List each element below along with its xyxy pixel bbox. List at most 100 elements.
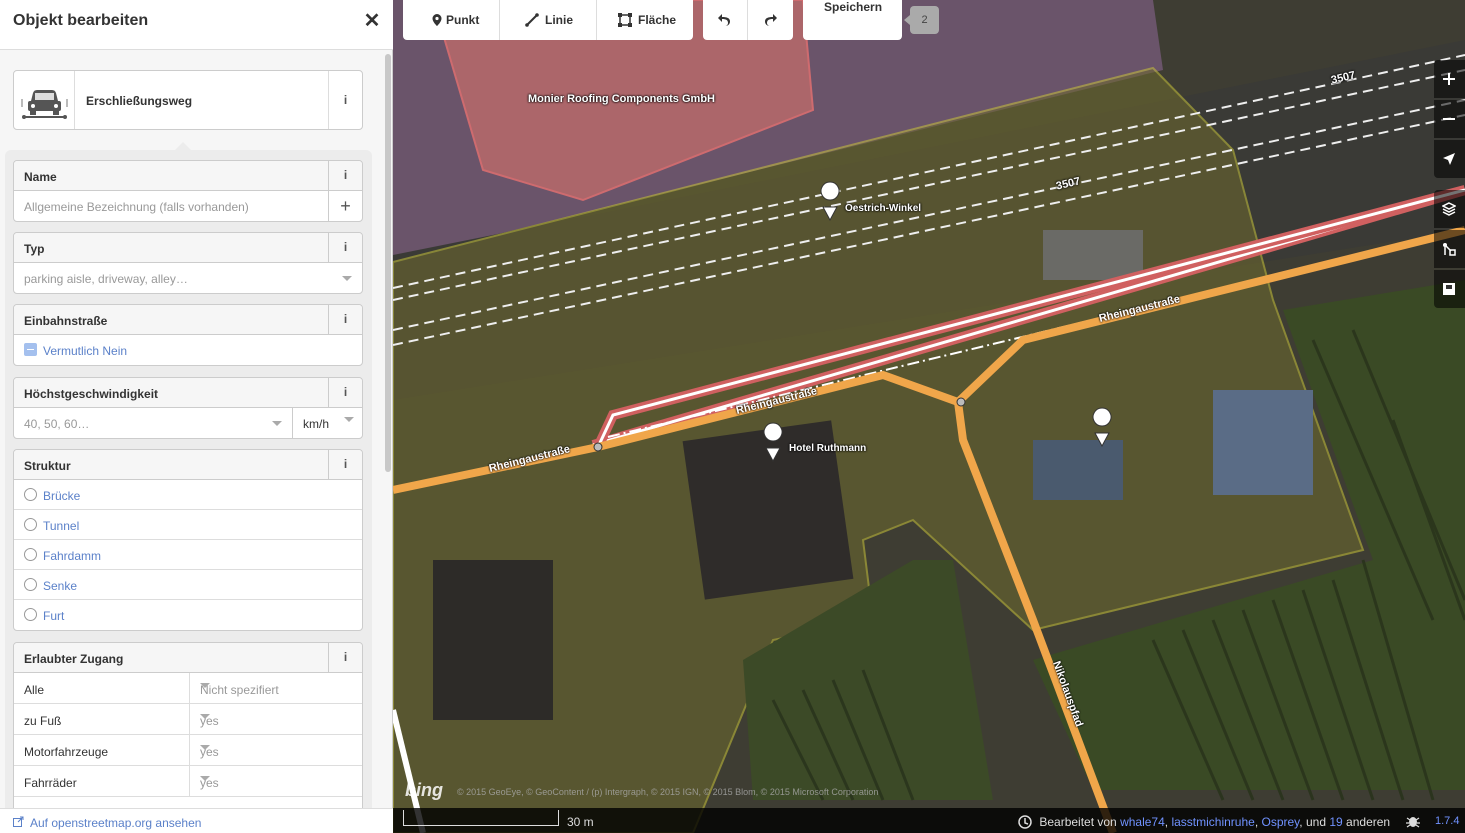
field-name-info-icon[interactable]: i (328, 161, 362, 190)
name-input[interactable]: Allgemeine Bezeichnung (falls vorhanden)… (14, 191, 362, 221)
redo-button[interactable] (748, 0, 793, 40)
indeterminate-checkbox-icon[interactable] (24, 343, 37, 356)
access-value-select[interactable]: yes (189, 735, 363, 765)
map-label-station: Oestrich-Winkel (845, 203, 922, 214)
preset-button[interactable]: Erschließungsweg i (13, 70, 363, 130)
contributors-prefix: Bearbeitet von (1039, 815, 1117, 829)
access-value-select[interactable]: yes (189, 766, 363, 796)
contributors-suffix: anderen (1346, 815, 1391, 829)
add-localized-name-button[interactable]: + (328, 191, 362, 221)
name-input-placeholder: Allgemeine Bezeichnung (falls vorhanden) (24, 200, 249, 214)
field-name-label-row: Name i (14, 161, 362, 191)
point-icon (432, 14, 442, 26)
radio-icon[interactable] (24, 548, 37, 561)
field-access-info-icon[interactable]: i (328, 643, 362, 672)
preset-info-icon[interactable]: i (328, 71, 362, 129)
map-view[interactable]: Monier Roofing Components GmbH Oestrich-… (393, 0, 1465, 833)
contributor-link[interactable]: whale74 (1120, 815, 1165, 829)
field-oneway-label-row: Einbahnstraße i (14, 305, 362, 335)
chevron-down-icon[interactable] (200, 714, 210, 719)
version-link[interactable]: 1.7.4 (1435, 815, 1459, 827)
save-count-badge: 2 (904, 6, 939, 34)
fields-pointer (175, 142, 191, 150)
add-area-button[interactable]: Fläche (597, 0, 693, 40)
chevron-down-icon[interactable] (200, 776, 210, 781)
radio-icon[interactable] (24, 518, 37, 531)
field-typ-label-row: Typ i (14, 233, 362, 263)
save-button[interactable]: Speichern (803, 0, 902, 40)
structure-option-label: Furt (43, 609, 65, 623)
inspector-sidebar: Objekt bearbeiten ✕ Erschließungsweg i N… (0, 0, 393, 833)
access-row-bicycle: Fahrräder yes (14, 766, 362, 797)
radio-icon[interactable] (24, 488, 37, 501)
field-typ-info-icon[interactable]: i (328, 233, 362, 262)
radio-icon[interactable] (24, 608, 37, 621)
map-data-button[interactable] (1434, 230, 1465, 268)
access-value-select[interactable]: yes (189, 704, 363, 734)
maxspeed-input[interactable]: 40, 50, 60… km/h (14, 408, 362, 438)
bug-icon[interactable] (1405, 814, 1421, 828)
car-icon (14, 71, 75, 129)
field-structure-label-row: Struktur i (14, 450, 362, 480)
background-settings-button[interactable] (1434, 190, 1465, 228)
radio-icon[interactable] (24, 578, 37, 591)
contributors-and: und (1305, 815, 1326, 829)
structure-option-fahrdamm[interactable]: Fahrdamm (14, 540, 362, 570)
maxspeed-unit: km/h (303, 417, 330, 431)
scale-label: 30 m (567, 815, 594, 829)
access-value: Nicht spezifiert (200, 683, 279, 697)
map-label-hotel: Hotel Ruthmann (789, 443, 867, 454)
structure-option-tunnel[interactable]: Tunnel (14, 510, 362, 540)
undo-button[interactable] (703, 0, 747, 40)
data-icon (1443, 243, 1456, 256)
chevron-down-icon[interactable] (342, 276, 352, 281)
add-point-label: Punkt (446, 13, 480, 27)
redo-icon (765, 14, 777, 26)
view-on-osm-link[interactable]: Auf openstreetmap.org ansehen (30, 816, 201, 830)
field-maxspeed-label-row: Höchstgeschwindigkeit i (14, 378, 362, 408)
external-link-icon (13, 816, 24, 827)
field-access-label: Erlaubter Zugang (24, 652, 124, 666)
field-maxspeed-info-icon[interactable]: i (328, 378, 362, 407)
add-point-button[interactable]: Punkt (403, 0, 499, 40)
field-structure-info-icon[interactable]: i (328, 450, 362, 479)
imagery-attribution[interactable]: © 2015 GeoEye, © GeoContent / (p) Interg… (457, 787, 878, 797)
geolocate-button[interactable] (1434, 140, 1465, 178)
sidebar-title: Objekt bearbeiten (13, 12, 149, 29)
zoom-out-button[interactable] (1434, 100, 1465, 138)
add-line-label: Linie (545, 13, 574, 27)
access-row-all: Alle Nicht spezifiert (14, 673, 362, 704)
area-icon (618, 13, 632, 27)
scale-bar[interactable] (403, 810, 559, 826)
oneway-checkbox[interactable]: Vermutlich Nein (14, 335, 362, 365)
help-button[interactable] (1434, 270, 1465, 308)
structure-option-label: Tunnel (43, 519, 80, 533)
structure-option-furt[interactable]: Furt (14, 600, 362, 630)
sidebar-scrollbar[interactable] (385, 54, 391, 472)
field-oneway-info-icon[interactable]: i (328, 305, 362, 334)
structure-option-bruecke[interactable]: Brücke (14, 480, 362, 510)
access-value-select[interactable]: Nicht spezifiert (189, 673, 363, 703)
chevron-down-icon[interactable] (344, 417, 354, 422)
oneway-value: Vermutlich Nein (43, 344, 128, 358)
typ-combo-input[interactable]: parking aisle, driveway, alley… (14, 263, 362, 293)
contributor-link[interactable]: lasstmichinruhe (1171, 815, 1254, 829)
map-footer: 30 m Bearbeitet von whale74, lasstmichin… (393, 808, 1465, 833)
chevron-down-icon[interactable] (200, 745, 210, 750)
contributor-link[interactable]: Osprey (1262, 815, 1300, 829)
field-typ-label: Typ (24, 242, 45, 256)
other-contributors-count[interactable]: 19 (1329, 815, 1342, 829)
field-maxspeed-label: Höchstgeschwindigkeit (24, 387, 159, 401)
maxspeed-unit-select[interactable]: km/h (292, 408, 362, 438)
map-label-company: Monier Roofing Components GmbH (528, 93, 715, 105)
access-key: Fahrräder (24, 776, 77, 790)
zoom-in-button[interactable] (1434, 60, 1465, 98)
structure-option-senke[interactable]: Senke (14, 570, 362, 600)
chevron-down-icon[interactable] (200, 683, 210, 688)
chevron-down-icon[interactable] (272, 421, 282, 426)
add-line-button[interactable]: Linie (500, 0, 596, 40)
access-key: Motorfahrzeuge (24, 745, 109, 759)
sidebar-footer: Auf openstreetmap.org ansehen (0, 808, 393, 833)
line-icon (525, 13, 539, 27)
close-icon[interactable]: ✕ (363, 10, 381, 32)
